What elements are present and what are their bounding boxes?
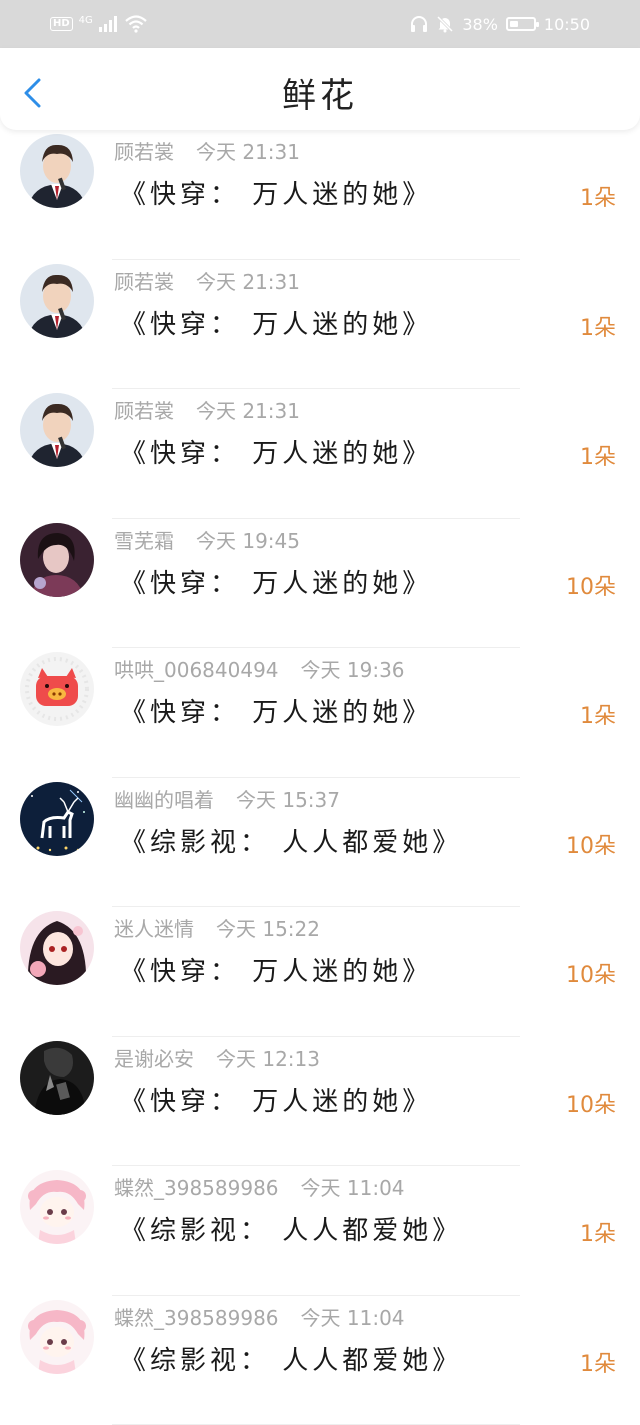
status-right: 38% 10:50 — [410, 12, 590, 36]
flower-count: 10朵 — [566, 957, 616, 989]
avatar[interactable] — [20, 264, 94, 338]
timestamp: 今天 19:36 — [301, 658, 405, 682]
list-item[interactable]: 雪芜霜今天 19:45 《快穿： 万人迷的她》 10朵 — [0, 519, 640, 649]
list-item[interactable]: 迷人迷情今天 15:22 《快穿： 万人迷的她》 10朵 — [0, 907, 640, 1037]
username[interactable]: 幽幽的唱着 — [114, 788, 214, 812]
avatar[interactable] — [20, 911, 94, 985]
list-item[interactable]: 蝶然_398589986 今天 11:04 《综影视： 人人都爱她》 1朵 — [0, 1166, 640, 1296]
timestamp: 今天 21:31 — [196, 270, 300, 294]
username[interactable]: 迷人迷情 — [114, 917, 194, 941]
item-meta: 蝶然_398589986 今天 11:04 — [114, 1172, 405, 1201]
book-title[interactable]: 《快穿： 万人迷的她》 — [120, 304, 432, 341]
item-meta: 哄哄_006840494 今天 19:36 — [114, 654, 405, 683]
book-title[interactable]: 《快穿： 万人迷的她》 — [120, 1081, 432, 1118]
book-title[interactable]: 《快穿： 万人迷的她》 — [120, 174, 432, 211]
item-meta: 是谢必安今天 12:13 — [114, 1043, 320, 1072]
item-meta: 蝶然_398589986 今天 11:04 — [114, 1302, 405, 1331]
wifi-icon — [125, 15, 147, 33]
list-item[interactable]: 顾若裳今天 21:31 《快穿： 万人迷的她》 1朵 — [0, 389, 640, 519]
list-item[interactable]: 蝶然_398589986 今天 11:04 《综影视： 人人都爱她》 1朵 — [0, 1296, 640, 1425]
network-label: 4G — [79, 15, 93, 26]
username[interactable]: 顾若裳 — [114, 270, 174, 294]
status-bar: HD 4G 38% 10:50 — [0, 0, 640, 48]
username[interactable]: 哄哄_006840494 — [114, 658, 279, 682]
timestamp: 今天 21:31 — [196, 399, 300, 423]
username[interactable]: 顾若裳 — [114, 399, 174, 423]
username[interactable]: 蝶然_398589986 — [114, 1306, 279, 1330]
flower-count: 1朵 — [580, 698, 616, 730]
username[interactable]: 蝶然_398589986 — [114, 1176, 279, 1200]
flower-count: 10朵 — [566, 569, 616, 601]
flower-list: 顾若裳今天 21:31《快穿： 万人迷的她》1朵顾若裳今天 21:31《快穿： … — [0, 130, 640, 1425]
avatar[interactable] — [20, 652, 94, 726]
avatar[interactable] — [20, 782, 94, 856]
avatar[interactable] — [20, 393, 94, 467]
item-meta: 迷人迷情今天 15:22 — [114, 913, 320, 942]
username[interactable]: 是谢必安 — [114, 1047, 194, 1071]
book-title[interactable]: 《快穿： 万人迷的她》 — [120, 692, 432, 729]
flower-count: 1朵 — [580, 180, 616, 212]
timestamp: 今天 19:45 — [196, 529, 300, 553]
avatar[interactable] — [20, 1170, 94, 1244]
list-item[interactable]: 幽幽的唱着今天 15:37 《综影视： 人人都爱她》 10朵 — [0, 778, 640, 908]
timestamp: 今天 11:04 — [301, 1176, 405, 1200]
item-meta: 雪芜霜今天 19:45 — [114, 525, 300, 554]
signal-icon — [99, 16, 119, 32]
item-meta: 顾若裳今天 21:31 — [114, 395, 300, 424]
username[interactable]: 顾若裳 — [114, 140, 174, 164]
status-left: HD 4G — [50, 12, 147, 36]
flower-count: 1朵 — [580, 310, 616, 342]
list-item[interactable]: 是谢必安今天 12:13 《快穿： 万人迷的她》 10朵 — [0, 1037, 640, 1167]
timestamp: 今天 11:04 — [301, 1306, 405, 1330]
list-item[interactable]: 哄哄_006840494 今天 19:36 《快穿： 万人迷的她》 1朵 — [0, 648, 640, 778]
item-meta: 幽幽的唱着今天 15:37 — [114, 784, 340, 813]
mute-bell-icon — [436, 15, 454, 33]
timestamp: 今天 15:37 — [236, 788, 340, 812]
list-item[interactable]: 顾若裳今天 21:31 《快穿： 万人迷的她》 1朵 — [0, 260, 640, 390]
avatar[interactable] — [20, 1041, 94, 1115]
battery-percent: 38% — [462, 15, 498, 34]
flower-count: 10朵 — [566, 828, 616, 860]
item-meta: 顾若裳今天 21:31 — [114, 136, 300, 165]
flower-count: 1朵 — [580, 1346, 616, 1378]
list-item[interactable]: 顾若裳今天 21:31 《快穿： 万人迷的她》 1朵 — [0, 130, 640, 260]
book-title[interactable]: 《快穿： 万人迷的她》 — [120, 563, 432, 600]
avatar[interactable] — [20, 1300, 94, 1374]
timestamp: 今天 12:13 — [216, 1047, 320, 1071]
nav-header: 鲜花 — [0, 48, 640, 130]
flower-count: 10朵 — [566, 1087, 616, 1119]
book-title[interactable]: 《快穿： 万人迷的她》 — [120, 433, 432, 470]
page-title: 鲜花 — [0, 68, 640, 117]
item-meta: 顾若裳今天 21:31 — [114, 266, 300, 295]
avatar[interactable] — [20, 134, 94, 208]
username[interactable]: 雪芜霜 — [114, 529, 174, 553]
avatar[interactable] — [20, 523, 94, 597]
hd-badge: HD — [50, 17, 73, 31]
flower-count: 1朵 — [580, 1216, 616, 1248]
book-title[interactable]: 《综影视： 人人都爱她》 — [120, 1340, 462, 1377]
book-title[interactable]: 《快穿： 万人迷的她》 — [120, 951, 432, 988]
timestamp: 今天 15:22 — [216, 917, 320, 941]
timestamp: 今天 21:31 — [196, 140, 300, 164]
headphones-icon — [410, 15, 428, 33]
battery-icon — [506, 17, 536, 31]
flower-count: 1朵 — [580, 439, 616, 471]
book-title[interactable]: 《综影视： 人人都爱她》 — [120, 822, 462, 859]
book-title[interactable]: 《综影视： 人人都爱她》 — [120, 1210, 462, 1247]
clock: 10:50 — [544, 15, 590, 34]
